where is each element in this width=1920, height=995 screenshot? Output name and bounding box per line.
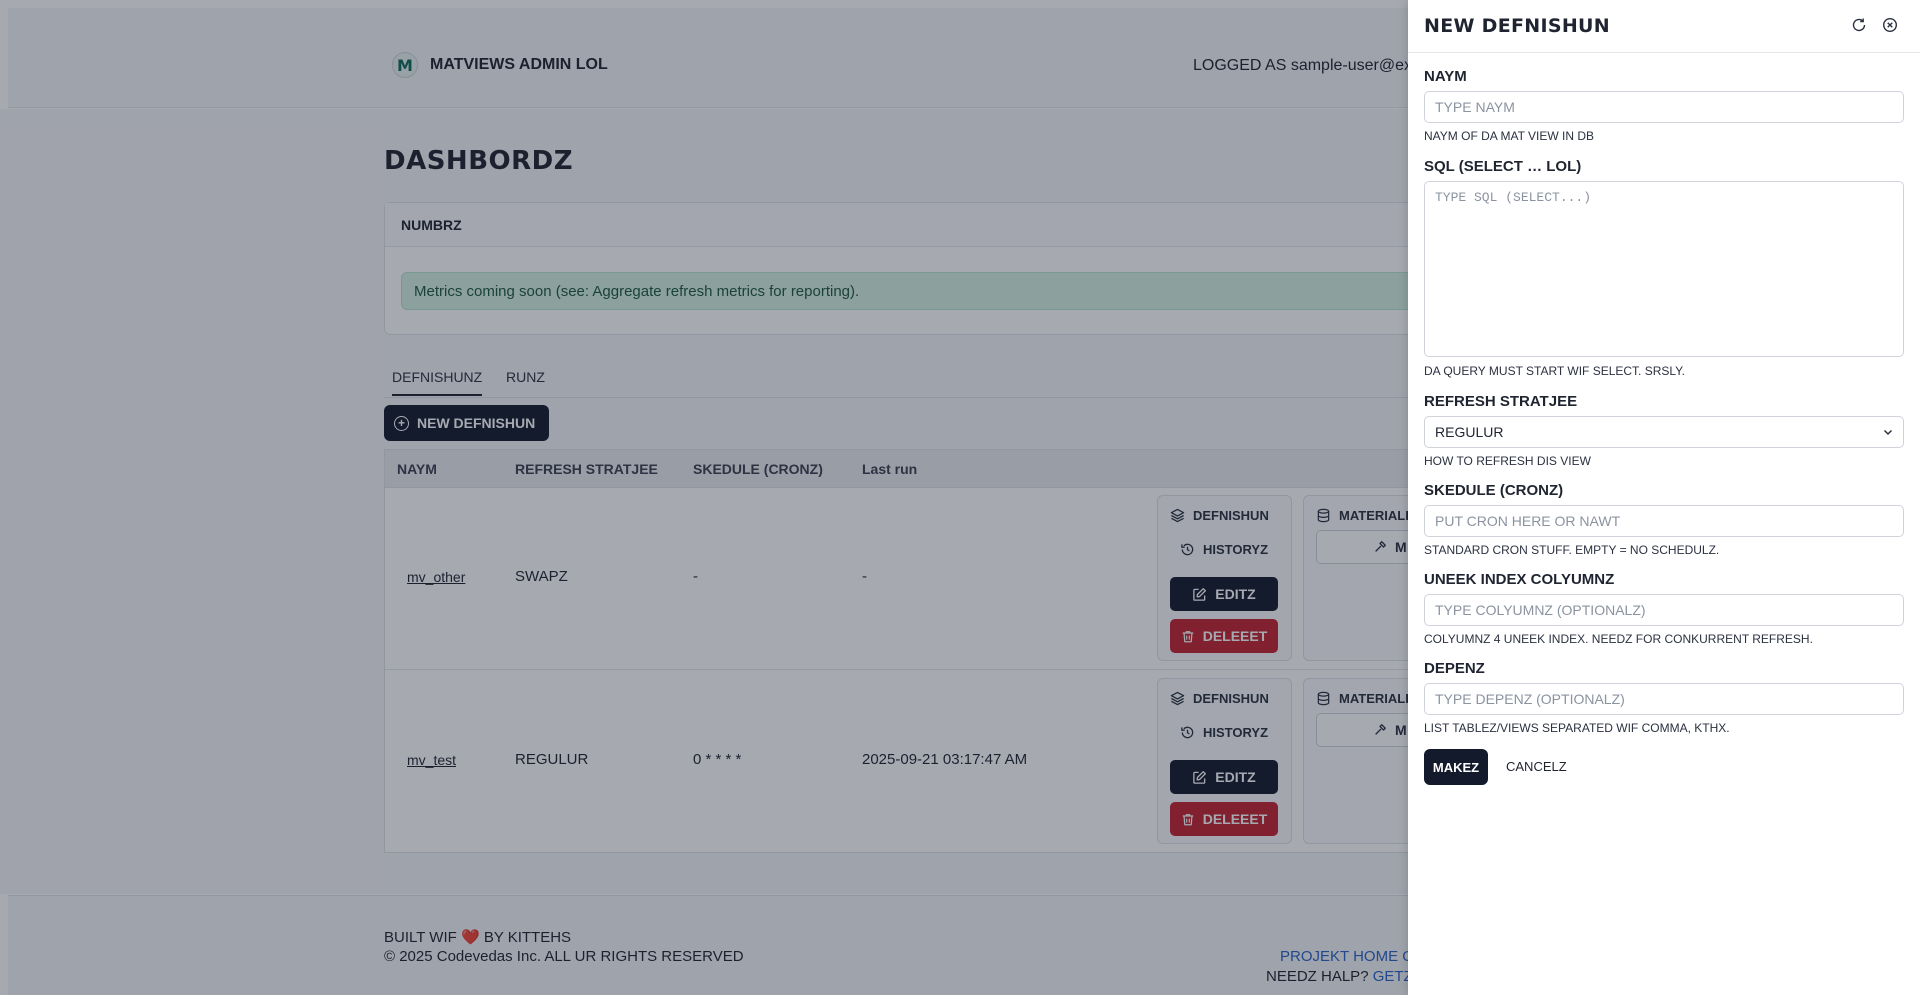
cancel-button[interactable]: CANCELZ [1506, 759, 1567, 774]
name-help: NAYM OF DA MAT VIEW IN DB [1424, 129, 1595, 143]
schedule-label: SKEDULE (CRONZ) [1424, 482, 1564, 499]
submit-button[interactable]: MAKEZ [1424, 749, 1488, 785]
schedule-help: STANDARD CRON STUFF. EMPTY = NO SCHEDULZ… [1424, 543, 1720, 557]
name-input[interactable] [1424, 91, 1904, 123]
depends-label: DEPENZ [1424, 660, 1485, 677]
unique-index-help: COLYUMNZ 4 UNEEK INDEX. NEEDZ FOR CONKUR… [1424, 632, 1813, 646]
schedule-input[interactable] [1424, 505, 1904, 537]
strategy-selected-value: REGULUR [1435, 424, 1504, 440]
sql-textarea[interactable] [1424, 181, 1904, 357]
strategy-label: REFRESH STRATJEE [1424, 393, 1578, 410]
strategy-select[interactable]: REGULUR [1424, 416, 1904, 448]
depends-help: LIST TABLEZ/VIEWS SEPARATED WIF COMMA, K… [1424, 721, 1730, 735]
name-label: NAYM [1424, 68, 1467, 85]
sql-help: DA QUERY MUST START WIF SELECT. SRSLY. [1424, 364, 1685, 378]
unique-index-label: UNEEK INDEX COLYUMNZ [1424, 571, 1615, 588]
depends-input[interactable] [1424, 683, 1904, 715]
strategy-help: HOW TO REFRESH DIS VIEW [1424, 454, 1591, 468]
new-definition-drawer: NEW DEFNISHUN NAYM NAYM OF DA MAT VIEW I… [1408, 0, 1920, 995]
close-icon[interactable] [1881, 16, 1899, 34]
reset-icon[interactable] [1850, 16, 1868, 34]
unique-index-input[interactable] [1424, 594, 1904, 626]
sql-label: SQL (SELECT … LOL) [1424, 158, 1582, 175]
drawer-header: NEW DEFNISHUN [1408, 0, 1920, 53]
modal-backdrop[interactable] [0, 0, 1408, 995]
drawer-title: NEW DEFNISHUN [1424, 15, 1610, 37]
chevron-down-icon [1883, 427, 1893, 437]
